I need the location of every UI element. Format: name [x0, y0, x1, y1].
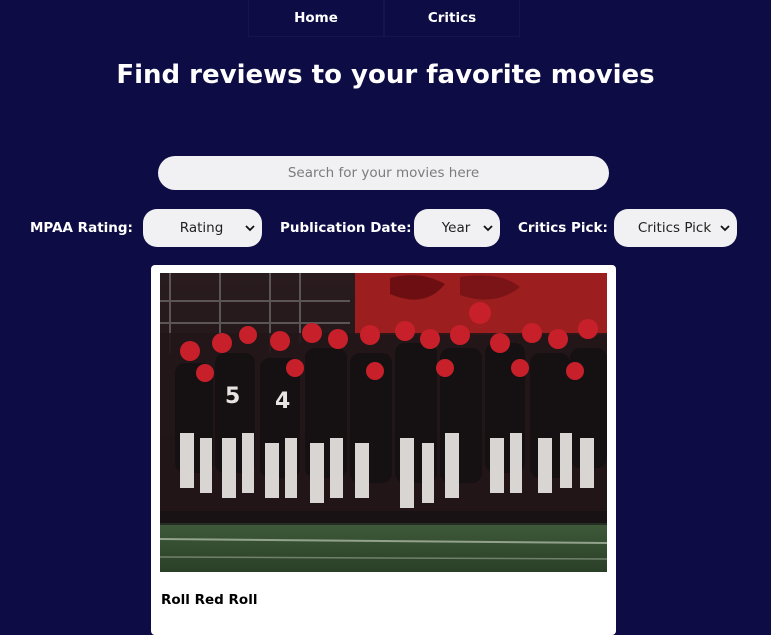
- filter-bar: MPAA Rating: Rating Publication Date: Ye…: [0, 209, 771, 247]
- publication-date-value: Year: [441, 220, 471, 236]
- page-title: Find reviews to your favorite movies: [116, 60, 655, 90]
- search-input[interactable]: [158, 156, 609, 190]
- publication-date-label: Publication Date:: [280, 220, 412, 236]
- critics-pick-select[interactable]: Critics Pick: [614, 209, 737, 247]
- svg-text:5: 5: [225, 384, 240, 409]
- chevron-down-icon: [719, 222, 731, 234]
- mpaa-rating-value: Rating: [179, 220, 224, 236]
- mpaa-rating-select[interactable]: Rating: [143, 209, 262, 247]
- movie-title[interactable]: Roll Red Roll: [161, 592, 257, 608]
- chevron-down-icon: [244, 222, 256, 234]
- mpaa-rating-label: MPAA Rating:: [30, 220, 133, 236]
- critics-pick-value: Critics Pick: [637, 220, 712, 236]
- nav-home-link[interactable]: Home: [248, 0, 384, 37]
- chevron-down-icon: [482, 222, 494, 234]
- movie-poster-image: 5 4: [160, 273, 607, 572]
- publication-date-select[interactable]: Year: [414, 209, 500, 247]
- movie-card[interactable]: 5 4 Roll Red Roll: [151, 265, 616, 635]
- nav-critics-link[interactable]: Critics: [384, 0, 520, 37]
- svg-text:4: 4: [275, 389, 290, 414]
- critics-pick-label: Critics Pick:: [518, 220, 608, 236]
- top-nav: Home Critics: [248, 0, 520, 37]
